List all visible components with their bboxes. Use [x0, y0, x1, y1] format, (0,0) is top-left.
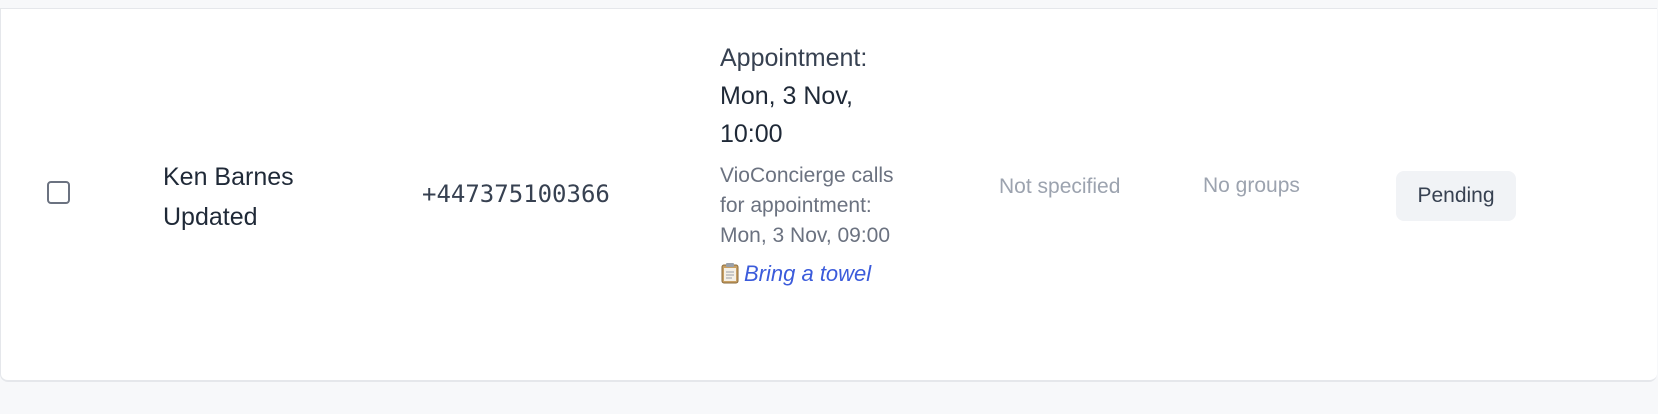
contact-name: Ken Barnes Updated: [163, 163, 294, 231]
groups-field: No groups: [1203, 174, 1300, 197]
unspecified-field: Not specified: [999, 175, 1121, 198]
row-select-checkbox[interactable]: [47, 181, 70, 204]
table-row[interactable]: Ken Barnes Updated +447375100366 Appoint…: [1, 9, 1657, 380]
appointment-note[interactable]: Bring a towel: [720, 259, 910, 289]
appointment-time: Mon, 3 Nov, 10:00: [720, 82, 853, 148]
contacts-table: Ken Barnes Updated +447375100366 Appoint…: [0, 8, 1657, 382]
appointment-note-text[interactable]: Bring a towel: [744, 261, 871, 286]
clipboard-icon: [721, 263, 739, 284]
status-badge: Pending: [1396, 171, 1516, 221]
contact-phone: +447375100366: [422, 180, 610, 208]
appointment-description: VioConcierge calls for appointment: Mon,…: [720, 164, 894, 247]
appointment-title: Appointment:: [720, 44, 868, 72]
appointment-cell: Appointment: Mon, 3 Nov, 10:00 VioConcie…: [720, 39, 910, 289]
